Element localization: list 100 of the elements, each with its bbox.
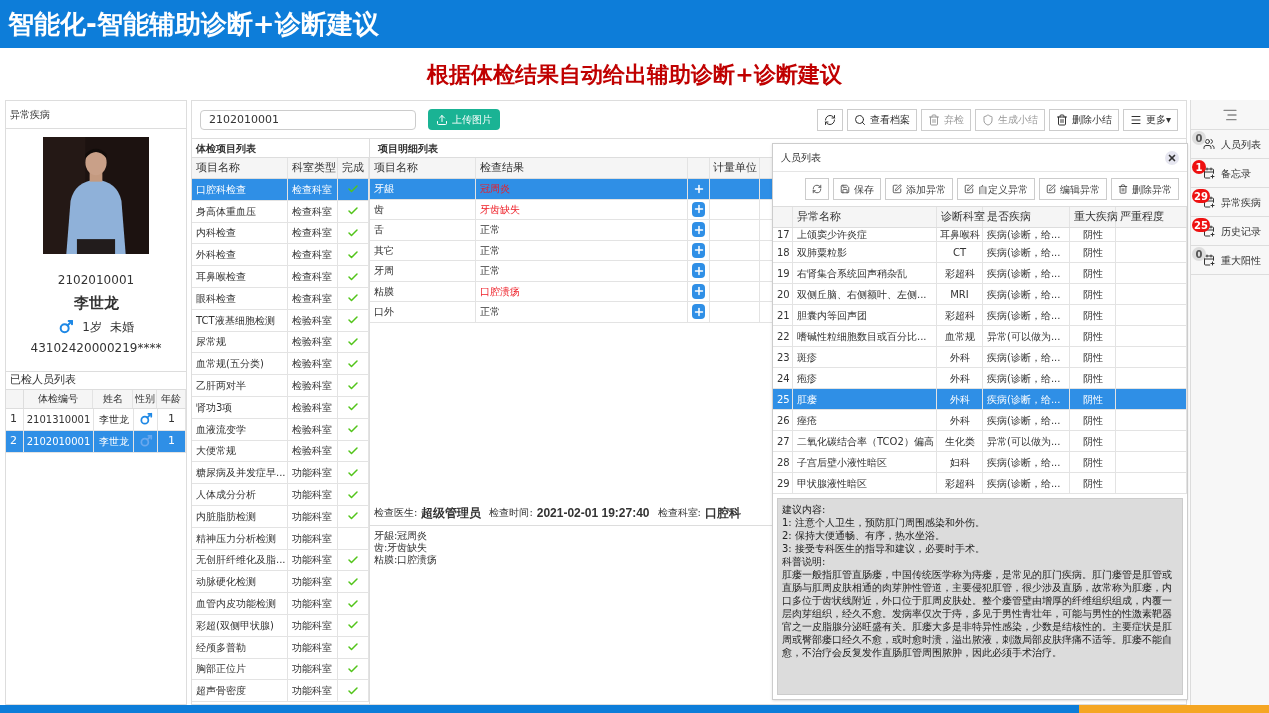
table-cell-text: 疾病(诊断，给... xyxy=(987,455,1061,470)
table-cell-text: 阴性 xyxy=(1082,287,1103,302)
table-cell-text: 血常规 xyxy=(944,329,975,344)
table-cell-text: 功能科室 xyxy=(292,575,332,590)
count-badge: 29 xyxy=(1192,189,1210,203)
table-cell-text: MRI xyxy=(950,287,969,302)
table-cell-text: 外科 xyxy=(949,413,970,428)
table-cell-text: 口腔科检查 xyxy=(196,182,246,197)
table-cell-text: 眼科检查 xyxy=(196,291,236,306)
table-cell-text: 身高体重血压 xyxy=(196,204,256,219)
count-badge: 25 xyxy=(1192,218,1210,232)
table-cell-text: 超声骨密度 xyxy=(196,684,246,699)
table-cell-text: 检查科室 xyxy=(292,248,332,263)
column-header: 严重程度 xyxy=(1116,207,1187,227)
patient-age: 1岁 xyxy=(82,318,102,336)
table-cell-text: 功能科室 xyxy=(292,640,332,655)
table-cell-text: 胸部正位片 xyxy=(196,662,246,677)
table-cell-text: 牙周 xyxy=(374,264,394,279)
row-number: 18 xyxy=(777,245,790,260)
table-cell-text: 疾病(诊断，给... xyxy=(987,308,1061,323)
count-badge: 0 xyxy=(1192,247,1206,261)
table-cell-text: 检验科室 xyxy=(292,313,332,328)
table-cell-text: 血常规(五分类) xyxy=(196,357,264,372)
table-cell-text: 检查科室 xyxy=(292,204,332,219)
table-cell-text: 肾功3项 xyxy=(196,400,233,415)
table-cell-text: 双侧丘脑、右侧额叶、左侧... xyxy=(797,287,927,302)
exam-number: 2102010001 xyxy=(57,272,135,289)
popup-title: 人员列表 xyxy=(781,151,821,165)
table-cell-text: 无创肝纤维化及脂... xyxy=(196,553,286,568)
column-header: 检查结果 xyxy=(476,158,688,178)
table-cell-text: 正常 xyxy=(480,264,500,279)
row-number: 19 xyxy=(777,266,790,281)
table-cell-text: 彩超(双侧甲状腺) xyxy=(196,618,274,633)
id-number: 43102420000219**** xyxy=(30,339,162,357)
table-cell-text: 尿常规 xyxy=(196,335,226,350)
table-cell-text: 2101310001 xyxy=(26,412,91,427)
table-cell-text: 经颅多普勒 xyxy=(196,640,246,655)
row-number: 25 xyxy=(777,392,790,407)
table-cell-text: 甲状腺液性暗区 xyxy=(797,476,867,491)
marital-status: 未婚 xyxy=(109,318,134,336)
table-cell-text: 阴性 xyxy=(1082,308,1103,323)
table-cell-text: TCT液基细胞检测 xyxy=(196,313,275,328)
doctor-name: 超级管理员 xyxy=(421,504,482,522)
row-number: 17 xyxy=(777,228,790,241)
table-cell-text: 疾病(诊断，给... xyxy=(987,413,1061,428)
row-number: 27 xyxy=(777,434,790,449)
table-cell-text: 内脏脂肪检测 xyxy=(196,509,256,524)
row-number: 28 xyxy=(777,455,790,470)
table-cell-text: 检验科室 xyxy=(292,422,332,437)
table-cell-text: 彩超科 xyxy=(944,308,975,323)
table-cell-text: 胆囊内等回声团 xyxy=(797,308,867,323)
panel-title: 体检项目列表 xyxy=(196,141,256,156)
table-cell-text: 外科 xyxy=(949,392,970,407)
table-cell-text: 1 xyxy=(168,410,175,427)
row-number: 21 xyxy=(777,308,790,323)
table-cell-text: 阴性 xyxy=(1082,392,1103,407)
table-cell-text: 疾病(诊断，给... xyxy=(987,350,1061,365)
table-cell-text: 乙肝两对半 xyxy=(196,379,246,394)
table-cell-text: 检验科室 xyxy=(292,379,332,394)
table-cell-text: 阴性 xyxy=(1082,350,1103,365)
table-cell-text: 李世龙 xyxy=(98,434,129,449)
table-cell: 阴性 xyxy=(1082,228,1103,241)
table-cell-text: 外科检查 xyxy=(196,248,236,263)
table-cell-text: 功能科室 xyxy=(292,509,332,524)
table-cell-text: 功能科室 xyxy=(292,553,332,568)
table-cell-text: 肛瘘 xyxy=(797,392,817,407)
table-cell-text: 疾病(诊断，给... xyxy=(987,287,1061,302)
column-header: 项目名称 xyxy=(370,158,476,178)
row-number: 22 xyxy=(777,329,790,344)
table-cell-text: 检查科室 xyxy=(292,270,332,285)
table-cell-text: 功能科室 xyxy=(292,597,332,612)
row-number: 1 xyxy=(10,410,17,427)
table-cell-text: 2102010001 xyxy=(26,434,91,449)
slide-subtitle: 根据体检结果自动给出辅助诊断+诊断建议 xyxy=(427,60,842,89)
table-cell-text: 功能科室 xyxy=(292,684,332,699)
table-cell-text: 功能科室 xyxy=(292,488,332,503)
table-cell-text: 右肾集合系统回声稍杂乱 xyxy=(797,266,907,281)
table-cell-text: 正常 xyxy=(480,243,500,258)
column-header: 姓名 xyxy=(93,389,133,408)
advice-text: 2: 保持大便通畅、有序，热水坐浴。 xyxy=(782,529,946,542)
table-cell-text: 糖尿病及并发症早... xyxy=(196,466,286,481)
table-cell-text: 妇科 xyxy=(949,455,970,470)
column-header: 项目名称 xyxy=(192,158,288,178)
table-cell-text: 口腔溃疡 xyxy=(480,284,520,299)
advice-text: 1: 注意个人卫生，预防肛门周围感染和外伤。 xyxy=(782,516,986,529)
table-cell-text: 耳鼻喉检查 xyxy=(196,270,246,285)
row-number: 20 xyxy=(777,287,790,302)
table-cell-text: 功能科室 xyxy=(292,662,332,677)
table-cell-text: 阴性 xyxy=(1082,329,1103,344)
table-cell-text: 内科检查 xyxy=(196,226,236,241)
count-badge: 0 xyxy=(1192,131,1206,145)
field-label: 检查科室: xyxy=(657,506,701,520)
table-cell-text: 血液流变学 xyxy=(196,422,246,437)
advice-text: 科普说明: xyxy=(782,555,827,568)
table-cell-text: 齿 xyxy=(374,202,384,217)
table-cell-text: 阴性 xyxy=(1082,245,1103,260)
field-label: 检查医生: xyxy=(374,506,418,520)
table-cell-text: 疱疹 xyxy=(797,371,817,386)
table-cell-text: 大便常规 xyxy=(196,444,236,459)
table-cell-text: 动脉硬化检测 xyxy=(196,575,256,590)
